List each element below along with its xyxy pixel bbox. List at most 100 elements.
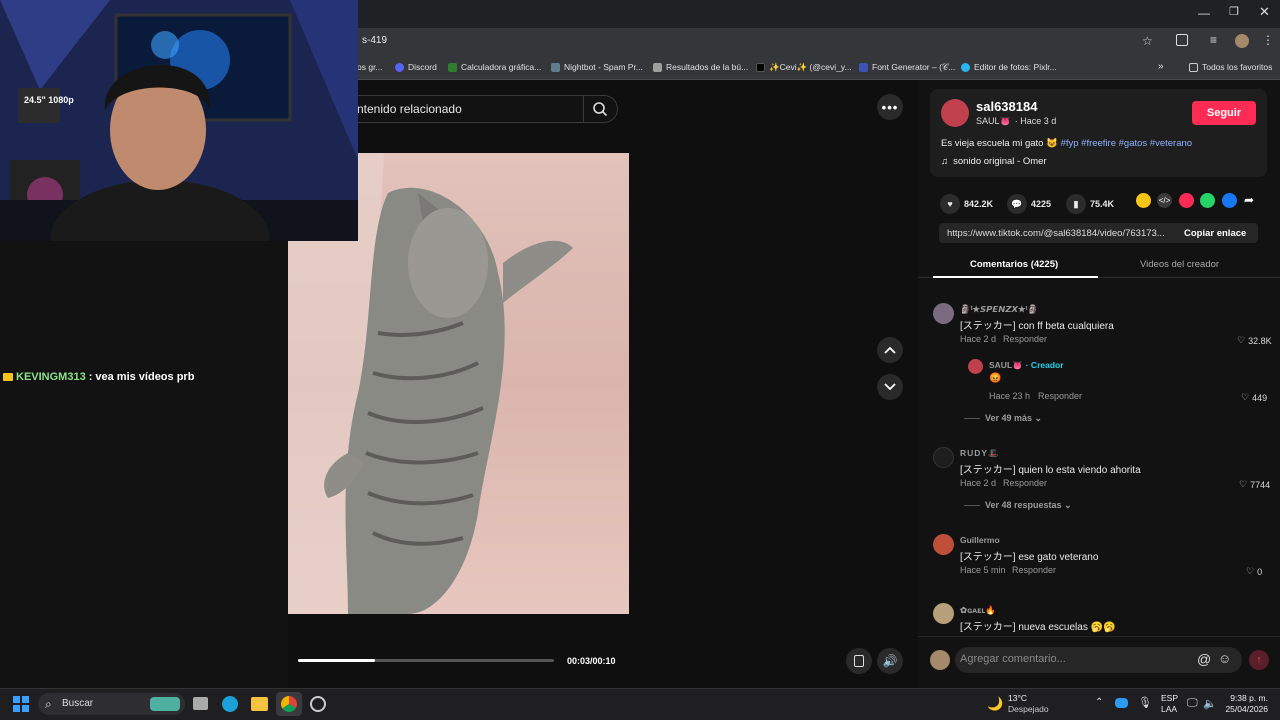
whatsapp-icon[interactable] (1200, 193, 1215, 208)
url-text[interactable]: s-419 (362, 35, 387, 46)
view-more-replies[interactable]: Ver 49 más ⌄ (985, 413, 1042, 424)
clock-date[interactable]: 25/04/2026 (1222, 704, 1268, 714)
edge-icon[interactable] (222, 696, 238, 712)
comment-username[interactable]: Guillermo (960, 535, 1000, 545)
windows-start-icon[interactable] (13, 696, 29, 712)
clock-time[interactable]: 9:38 p. m. (1228, 693, 1268, 703)
all-bookmarks-button[interactable]: Todos los favoritos (1189, 62, 1272, 72)
post-link[interactable]: https://www.tiktok.com/@sal638184/video/… (947, 228, 1165, 239)
reply-button[interactable]: Responder (1012, 565, 1056, 575)
reply-username[interactable]: SAUL👅 (989, 360, 1023, 371)
bookmark-item-calculadora[interactable]: Calculadora gráfica... (448, 62, 541, 72)
close-window-icon[interactable]: ✕ (1259, 4, 1270, 20)
related-search-placeholder: ntenido relacionado (357, 102, 462, 116)
obs-icon[interactable] (310, 696, 326, 712)
comment-avatar[interactable] (933, 534, 954, 555)
creator-avatar[interactable] (941, 99, 969, 127)
like-stat[interactable]: ♥ 842.2K (940, 194, 993, 214)
tab-creator-videos[interactable]: Videos del creador (1140, 259, 1219, 270)
save-count: 75.4K (1090, 199, 1115, 209)
search-icon: ⌕ (45, 697, 52, 711)
search-icon[interactable] (592, 101, 608, 117)
speaker-icon[interactable]: 🔈 (1203, 697, 1217, 710)
bookmark-item-discord[interactable]: Discord (395, 62, 437, 72)
profile-avatar[interactable] (1235, 34, 1249, 48)
comment-username[interactable]: RUDY🎩 (960, 448, 1000, 459)
heart-icon: ♥ (940, 194, 960, 214)
taskbar (0, 688, 1280, 720)
comment-avatar[interactable] (933, 603, 954, 624)
file-explorer-icon[interactable] (251, 697, 268, 711)
network-icon[interactable]: 🖵 (1187, 697, 1198, 710)
reply-like[interactable]: ♡ 449 (1241, 392, 1267, 403)
reply-reply-button[interactable]: Responder (1038, 391, 1082, 401)
restore-icon[interactable]: ❐ (1229, 5, 1239, 18)
creator-username[interactable]: sal638184 (976, 99, 1037, 114)
discord-icon (395, 62, 404, 72)
language-secondary[interactable]: LAA (1161, 704, 1177, 714)
comment-text: [ステッカー] quien lo esta viendo ahorita (960, 465, 1141, 476)
post-time: · Hace 3 d (1014, 116, 1057, 126)
task-view-icon[interactable] (193, 697, 208, 710)
comment-time: Hace 2 d (960, 334, 997, 344)
comment-username[interactable]: ✿ɢᴀᴇʟ🔥 (960, 605, 996, 616)
volume-button[interactable]: 🔊 (877, 648, 903, 674)
embed-icon[interactable]: </> (1157, 193, 1172, 208)
comment-like[interactable]: ♡ 0 (1246, 566, 1262, 577)
chrome-icon (281, 696, 297, 712)
share-friends-icon[interactable] (1136, 193, 1151, 208)
tab-comments[interactable]: Comentarios (4225) (970, 259, 1058, 270)
follow-button[interactable]: Seguir (1192, 101, 1256, 125)
microphone-icon[interactable]: 🎙 (1138, 696, 1152, 709)
weather-desc[interactable]: Despejado (1008, 704, 1049, 714)
comment-stat[interactable]: 💬 4225 (1007, 194, 1051, 214)
floating-player-button[interactable] (846, 648, 872, 674)
progress-track[interactable] (298, 659, 554, 662)
chat-separator: : (88, 371, 93, 383)
language-primary[interactable]: ESP (1161, 693, 1178, 703)
bookmark-item-nightbot[interactable]: Nightbot - Spam Pr... (551, 62, 643, 72)
view-more-replies[interactable]: Ver 48 respuestas ⌄ (985, 500, 1072, 511)
bookmark-item-resultados[interactable]: Resultados de la bú... (653, 62, 748, 72)
reply-avatar[interactable] (968, 359, 983, 374)
comment-avatar[interactable] (933, 303, 954, 324)
comment-like[interactable]: ♡ 32.8K (1237, 335, 1272, 346)
sound-link[interactable]: ♫ sonido original - Omer (941, 156, 1047, 167)
reply-button[interactable]: Responder (1003, 478, 1047, 488)
reply-button[interactable]: Responder (1003, 334, 1047, 344)
send-comment-button[interactable]: ↑ (1249, 650, 1269, 670)
mention-icon[interactable]: @ (1197, 651, 1211, 667)
onedrive-icon[interactable] (1115, 698, 1128, 708)
minimize-icon[interactable]: — (1198, 6, 1210, 20)
comment-avatar[interactable] (933, 447, 954, 468)
comment-username[interactable]: 🗿ᵗ★𝙎𝙋𝙀𝙉𝙕𝙓★ᵗ🗿 (960, 304, 1038, 315)
bookmark-item[interactable]: os gr... (357, 62, 383, 72)
weather-temp[interactable]: 13°C (1008, 693, 1027, 703)
reply-time: Hace 23 h (989, 391, 1031, 401)
chevron-more-icon[interactable]: » (1158, 61, 1164, 72)
extensions-icon[interactable] (1176, 34, 1188, 46)
bookmark-item-cevi[interactable]: ✨Cevi✨ (@cevi_y... (756, 62, 852, 73)
tray-chevron-up-icon[interactable]: ⌃ (1095, 697, 1103, 708)
caption-hashtags[interactable]: #fyp #freefire #gatos #veterano (1061, 138, 1193, 149)
facebook-icon[interactable] (1222, 193, 1237, 208)
share-arrow-icon[interactable]: ➦ (1244, 193, 1254, 207)
menu-dots-icon[interactable]: ⋮ (1262, 33, 1274, 47)
more-options-button[interactable]: ••• (877, 94, 903, 120)
send-icon[interactable] (1179, 193, 1194, 208)
emoji-icon[interactable]: ☺ (1218, 651, 1231, 666)
save-stat[interactable]: ▮ 75.4K (1066, 194, 1114, 214)
comment-time: Hace 2 d (960, 478, 997, 488)
media-controls-icon[interactable]: ≡ (1210, 33, 1217, 47)
next-video-button[interactable] (877, 374, 903, 400)
calculator-icon (448, 62, 457, 72)
bookmark-item-pixlr[interactable]: Editor de fotos: Pixlr... (961, 62, 1057, 72)
copy-link-button[interactable]: Copiar enlace (1184, 228, 1246, 239)
bookmark-star-icon[interactable]: ☆ (1142, 34, 1153, 48)
music-note-icon: ♫ (941, 156, 949, 167)
crown-badge-icon (3, 373, 13, 381)
tab-indicator (933, 276, 1098, 278)
bookmark-item-font-generator[interactable]: Font Generator – (𝒞... (859, 62, 955, 73)
comment-like[interactable]: ♡ 7744 (1239, 479, 1270, 490)
previous-video-button[interactable] (877, 337, 903, 363)
